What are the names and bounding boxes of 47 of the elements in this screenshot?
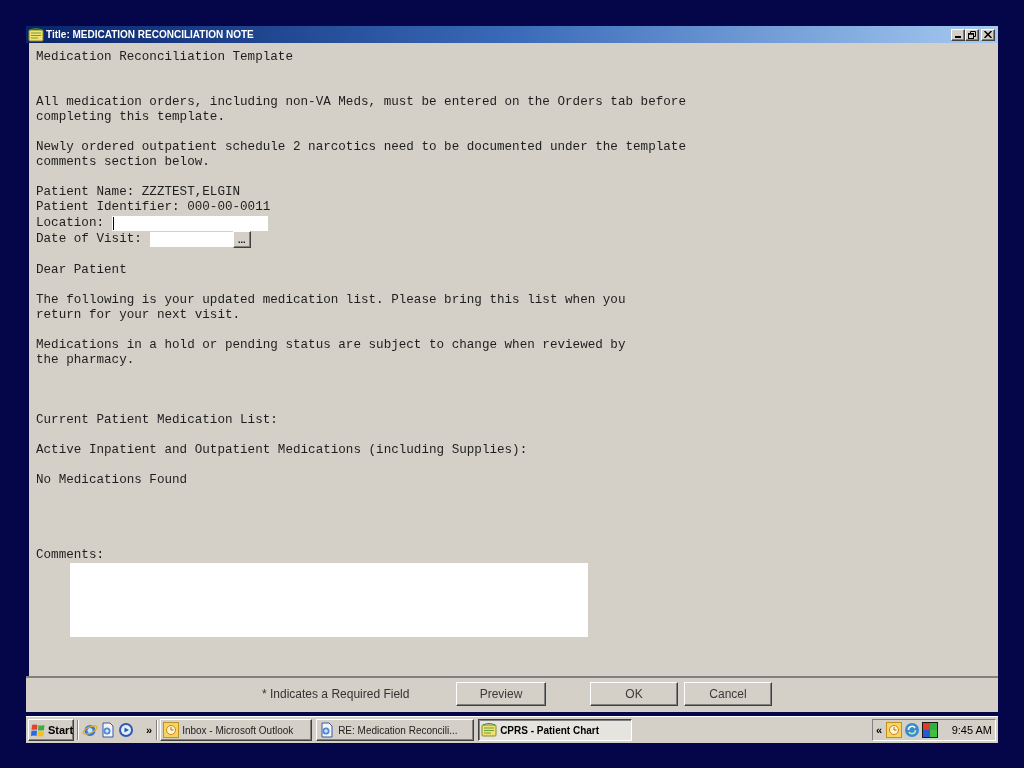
- dialog-button[interactable]: Cancel: [684, 682, 772, 706]
- document-icon[interactable]: [100, 722, 116, 738]
- dialog-button[interactable]: Preview: [456, 682, 546, 706]
- document-icon: [319, 722, 336, 738]
- field-label: Date of Visit:: [36, 232, 142, 247]
- date-field[interactable]: [149, 232, 233, 247]
- instruction-paragraph: Newly ordered outpatient schedule 2 narcotics need to be documented under the template comments section below.: [36, 140, 686, 170]
- minimize-button[interactable]: [951, 28, 965, 41]
- minimize-icon: [955, 35, 961, 38]
- clock-icon: [163, 722, 180, 738]
- location-field[interactable]: [112, 215, 269, 231]
- date-picker-button[interactable]: ...: [232, 231, 251, 248]
- more-button[interactable]: »: [146, 724, 153, 736]
- patient-info-text: Patient Identifier: 000-00-0011: [36, 200, 271, 215]
- patient-info-text: Patient Name: ZZZTEST,ELGIN: [36, 185, 242, 200]
- clock-icon[interactable]: [886, 722, 903, 738]
- required-field-note: * Indicates a Required Field: [262, 687, 410, 701]
- restore-button[interactable]: [965, 28, 979, 41]
- tray-expand-button[interactable]: «: [876, 724, 883, 736]
- circular-arrows-icon[interactable]: [904, 722, 921, 738]
- notepad-icon: [28, 26, 44, 43]
- dialog-button[interactable]: OK: [590, 682, 678, 706]
- close-icon: [984, 31, 992, 38]
- letter-paragraph: Medications in a hold or pending status are subject to change when reviewed by the pharmacy.: [36, 338, 626, 368]
- taskbar-task-button[interactable]: RE: Medication Reconcili...: [316, 719, 475, 741]
- field-label: Location:: [36, 215, 105, 231]
- orbit-icon[interactable]: [82, 722, 98, 738]
- comments-label: Comments:: [36, 548, 105, 563]
- colored-tiles-icon[interactable]: [922, 722, 939, 738]
- taskbar-task-button[interactable]: CPRS - Patient Chart: [478, 719, 633, 741]
- play-icon[interactable]: [118, 722, 134, 738]
- notepad-icon: [481, 722, 498, 738]
- greeting-text: Dear Patient: [36, 263, 127, 278]
- taskbar-task-button[interactable]: Inbox - Microsoft Outlook: [160, 719, 313, 741]
- medication-list-subtitle: Active Inpatient and Outpatient Medications (including Supplies):: [36, 443, 528, 458]
- start-button[interactable]: Start: [28, 719, 74, 741]
- flag-icon: [31, 723, 45, 737]
- window-title: Title: MEDICATION RECONCILIATION NOTE: [46, 28, 254, 41]
- template-heading: Medication Reconciliation Template: [36, 50, 293, 65]
- close-button[interactable]: [981, 28, 995, 41]
- instruction-paragraph: All medication orders, including non-VA Meds, must be entered on the Orders tab before completing this template.: [36, 95, 686, 125]
- empty-list-message: No Medications Found: [36, 473, 188, 488]
- comments-field[interactable]: [70, 563, 588, 637]
- restore-icon: [968, 30, 976, 39]
- clock-text: 9:45 AM: [951, 724, 992, 736]
- medication-list-title: Current Patient Medication List:: [36, 413, 278, 428]
- letter-paragraph: The following is your updated medication list. Please bring this list when you return for your next visit.: [36, 293, 626, 323]
